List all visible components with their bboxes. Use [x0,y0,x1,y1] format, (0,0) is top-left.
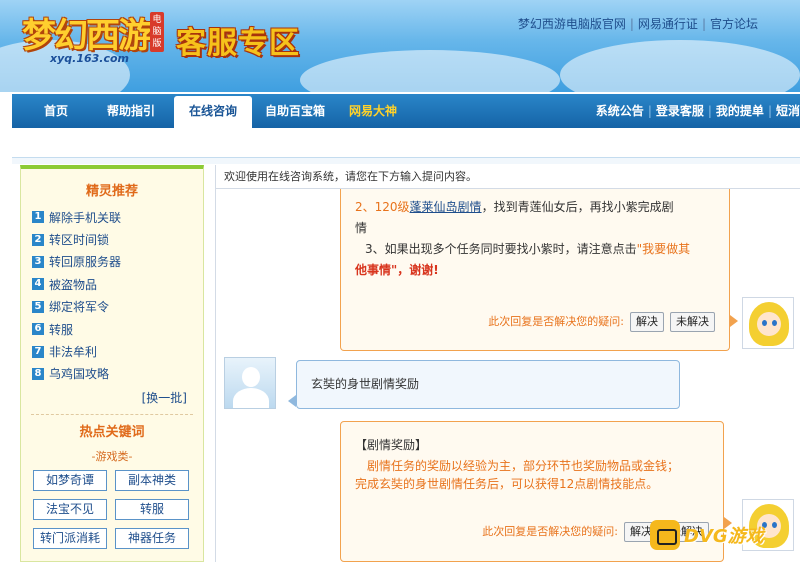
recommend-item[interactable]: 6 转服 [32,318,203,340]
reply-text: ，找到青莲仙女后，再找小紫完成剧 [481,200,674,214]
tab-online-consult[interactable]: 在线咨询 [174,96,252,128]
gamepad-icon [650,520,680,550]
item-number: 1 [32,211,44,224]
top-links: 梦幻西游电脑版官网 | 网易通行证 | 官方论坛 [517,17,758,31]
keyword-button[interactable]: 转服 [115,499,189,521]
recommend-title: 精灵推荐 [85,184,138,199]
logo-text: 梦幻西游 [22,16,152,56]
recommend-item-label: 转回原服务器 [49,255,122,270]
watermark-text: DVG游戏 [684,526,764,547]
recommend-item-label: 解除手机关联 [49,210,122,225]
refresh-link[interactable]: [换一批] [21,389,203,406]
reply-text: 2、120级 [355,200,410,214]
recommend-item[interactable]: 8 乌鸡国攻略 [32,363,203,385]
keyword-button[interactable]: 法宝不见 [33,499,107,521]
official-site-link[interactable]: 梦幻西游电脑版官网 [518,17,626,31]
sub-band [12,128,800,158]
item-number: 2 [32,233,44,246]
reply-highlight[interactable]: "我要做其 [637,242,691,256]
divider [31,414,193,416]
quest-link[interactable]: 蓬莱仙岛剧情 [410,200,482,214]
keyword-button[interactable]: 副本神类 [115,470,189,492]
recommend-item-label: 乌鸡国攻略 [49,367,110,382]
recommend-item-label: 绑定将军令 [49,300,110,315]
main-nav: 首页 帮助指引 在线咨询 自助百宝箱 网易大神 系统公告 | 登录客服 | 我的提单 | 短… [12,94,800,128]
keyword-button[interactable]: 如梦奇谭 [33,470,107,492]
welcome-message: 欢迎使用在线咨询系统，请您在下方输入提问内容。 [216,165,800,189]
passport-link[interactable]: 网易通行证 [638,17,698,31]
unsolved-button[interactable]: 未解决 [670,312,715,332]
item-number: 3 [32,255,44,268]
forum-link[interactable]: 官方论坛 [710,17,758,31]
recommend-item[interactable]: 5 绑定将军令 [32,296,203,318]
item-number: 4 [32,278,44,291]
reply-text: 剧情任务的奖励以经验为主，部分环节也奖励物品或金钱； [367,459,680,473]
keyword-grid: 如梦奇谭 副本神类 法宝不见 转服 转门派消耗 神器任务 [33,470,203,550]
recommend-item-label: 转服 [49,322,74,337]
keyword-category: -游戏类- [91,450,133,464]
login-service-link[interactable]: 登录客服 [656,104,704,118]
bubble-tail [730,315,738,327]
tab-toolbox[interactable]: 自助百宝箱 [252,94,338,128]
recommend-item[interactable]: 7 非法牟利 [32,340,203,362]
recommend-item[interactable]: 4 被盗物品 [32,273,203,295]
cloud-decoration [300,50,560,92]
service-avatar [742,297,794,349]
tab-help[interactable]: 帮助指引 [100,94,162,128]
system-notice-link[interactable]: 系统公告 [596,104,644,118]
messages-link[interactable]: 短消 [776,104,800,118]
recommend-item[interactable]: 3 转回原服务器 [32,251,203,273]
keyword-button[interactable]: 转门派消耗 [33,528,107,550]
reply-text: 3、如果出现多个任务同时要找小紫时，请注意点击 [365,242,637,256]
feedback-prompt: 此次回复是否解决您的疑问: [482,525,618,538]
service-reply-bubble: 2、120级蓬莱仙岛剧情，找到青莲仙女后，再找小紫完成剧 情 3、如果出现多个任… [340,185,730,351]
bubble-tail [288,395,296,407]
reply-text: 情 [355,221,368,235]
recommend-item-label: 被盗物品 [49,277,98,292]
recommend-item[interactable]: 1 解除手机关联 [32,206,203,228]
item-number: 8 [32,367,44,380]
logo-url: xyq.163.com [50,52,129,65]
watermark: DVG游戏 [650,518,764,552]
solved-button[interactable]: 解决 [630,312,664,332]
cloud-decoration [560,40,800,92]
my-tickets-link[interactable]: 我的提单 [716,104,764,118]
tab-home[interactable]: 首页 [12,94,100,128]
item-number: 5 [32,300,44,313]
game-logo[interactable]: 梦幻西游 电脑版 xyq.163.com [22,8,172,70]
keyword-button[interactable]: 神器任务 [115,528,189,550]
item-number: 7 [32,345,44,358]
chat-area: 2、120级蓬莱仙岛剧情，找到青莲仙女后，再找小紫完成剧 情 3、如果出现多个任… [215,165,800,562]
reply-text: 完成玄奘的身世剧情任务后，可以获得12点剧情技能点。 [355,477,659,491]
logo-badge: 电脑版 [150,12,164,52]
item-number: 6 [32,323,44,336]
reply-highlight[interactable]: 他事情"，谢谢! [355,263,439,277]
sidebar: 精灵推荐 1 解除手机关联 2 转区时间锁 3 转回原服务器 4 被盗物品 5 绑定将军令… [20,165,204,562]
site-header: 梦幻西游 电脑版 xyq.163.com 客服专区 梦幻西游电脑版官网 | 网易通行… [0,0,800,92]
user-message-bubble: 玄奘的身世剧情奖励 [296,360,680,409]
nav-right-links: 系统公告 | 登录客服 | 我的提单 | 短消 [595,104,800,118]
feedback-prompt: 此次回复是否解决您的疑问: [488,315,624,328]
tab-netease-dashen[interactable]: 网易大神 [338,94,408,128]
page-title: 客服专区 [176,26,300,61]
recommend-item[interactable]: 2 转区时间锁 [32,228,203,250]
sub-band-strip [12,158,800,164]
recommend-item-label: 转区时间锁 [49,233,110,248]
feedback-row: 此次回复是否解决您的疑问: 解决 未解决 [488,312,715,332]
recommend-item-label: 非法牟利 [49,345,98,360]
hot-keywords-title: 热点关键词 [79,425,145,441]
user-avatar [224,357,276,409]
recommend-list: 1 解除手机关联 2 转区时间锁 3 转回原服务器 4 被盗物品 5 绑定将军令 6 转服 … [21,206,203,385]
reply-heading: 【剧情奖励】 [355,438,428,452]
